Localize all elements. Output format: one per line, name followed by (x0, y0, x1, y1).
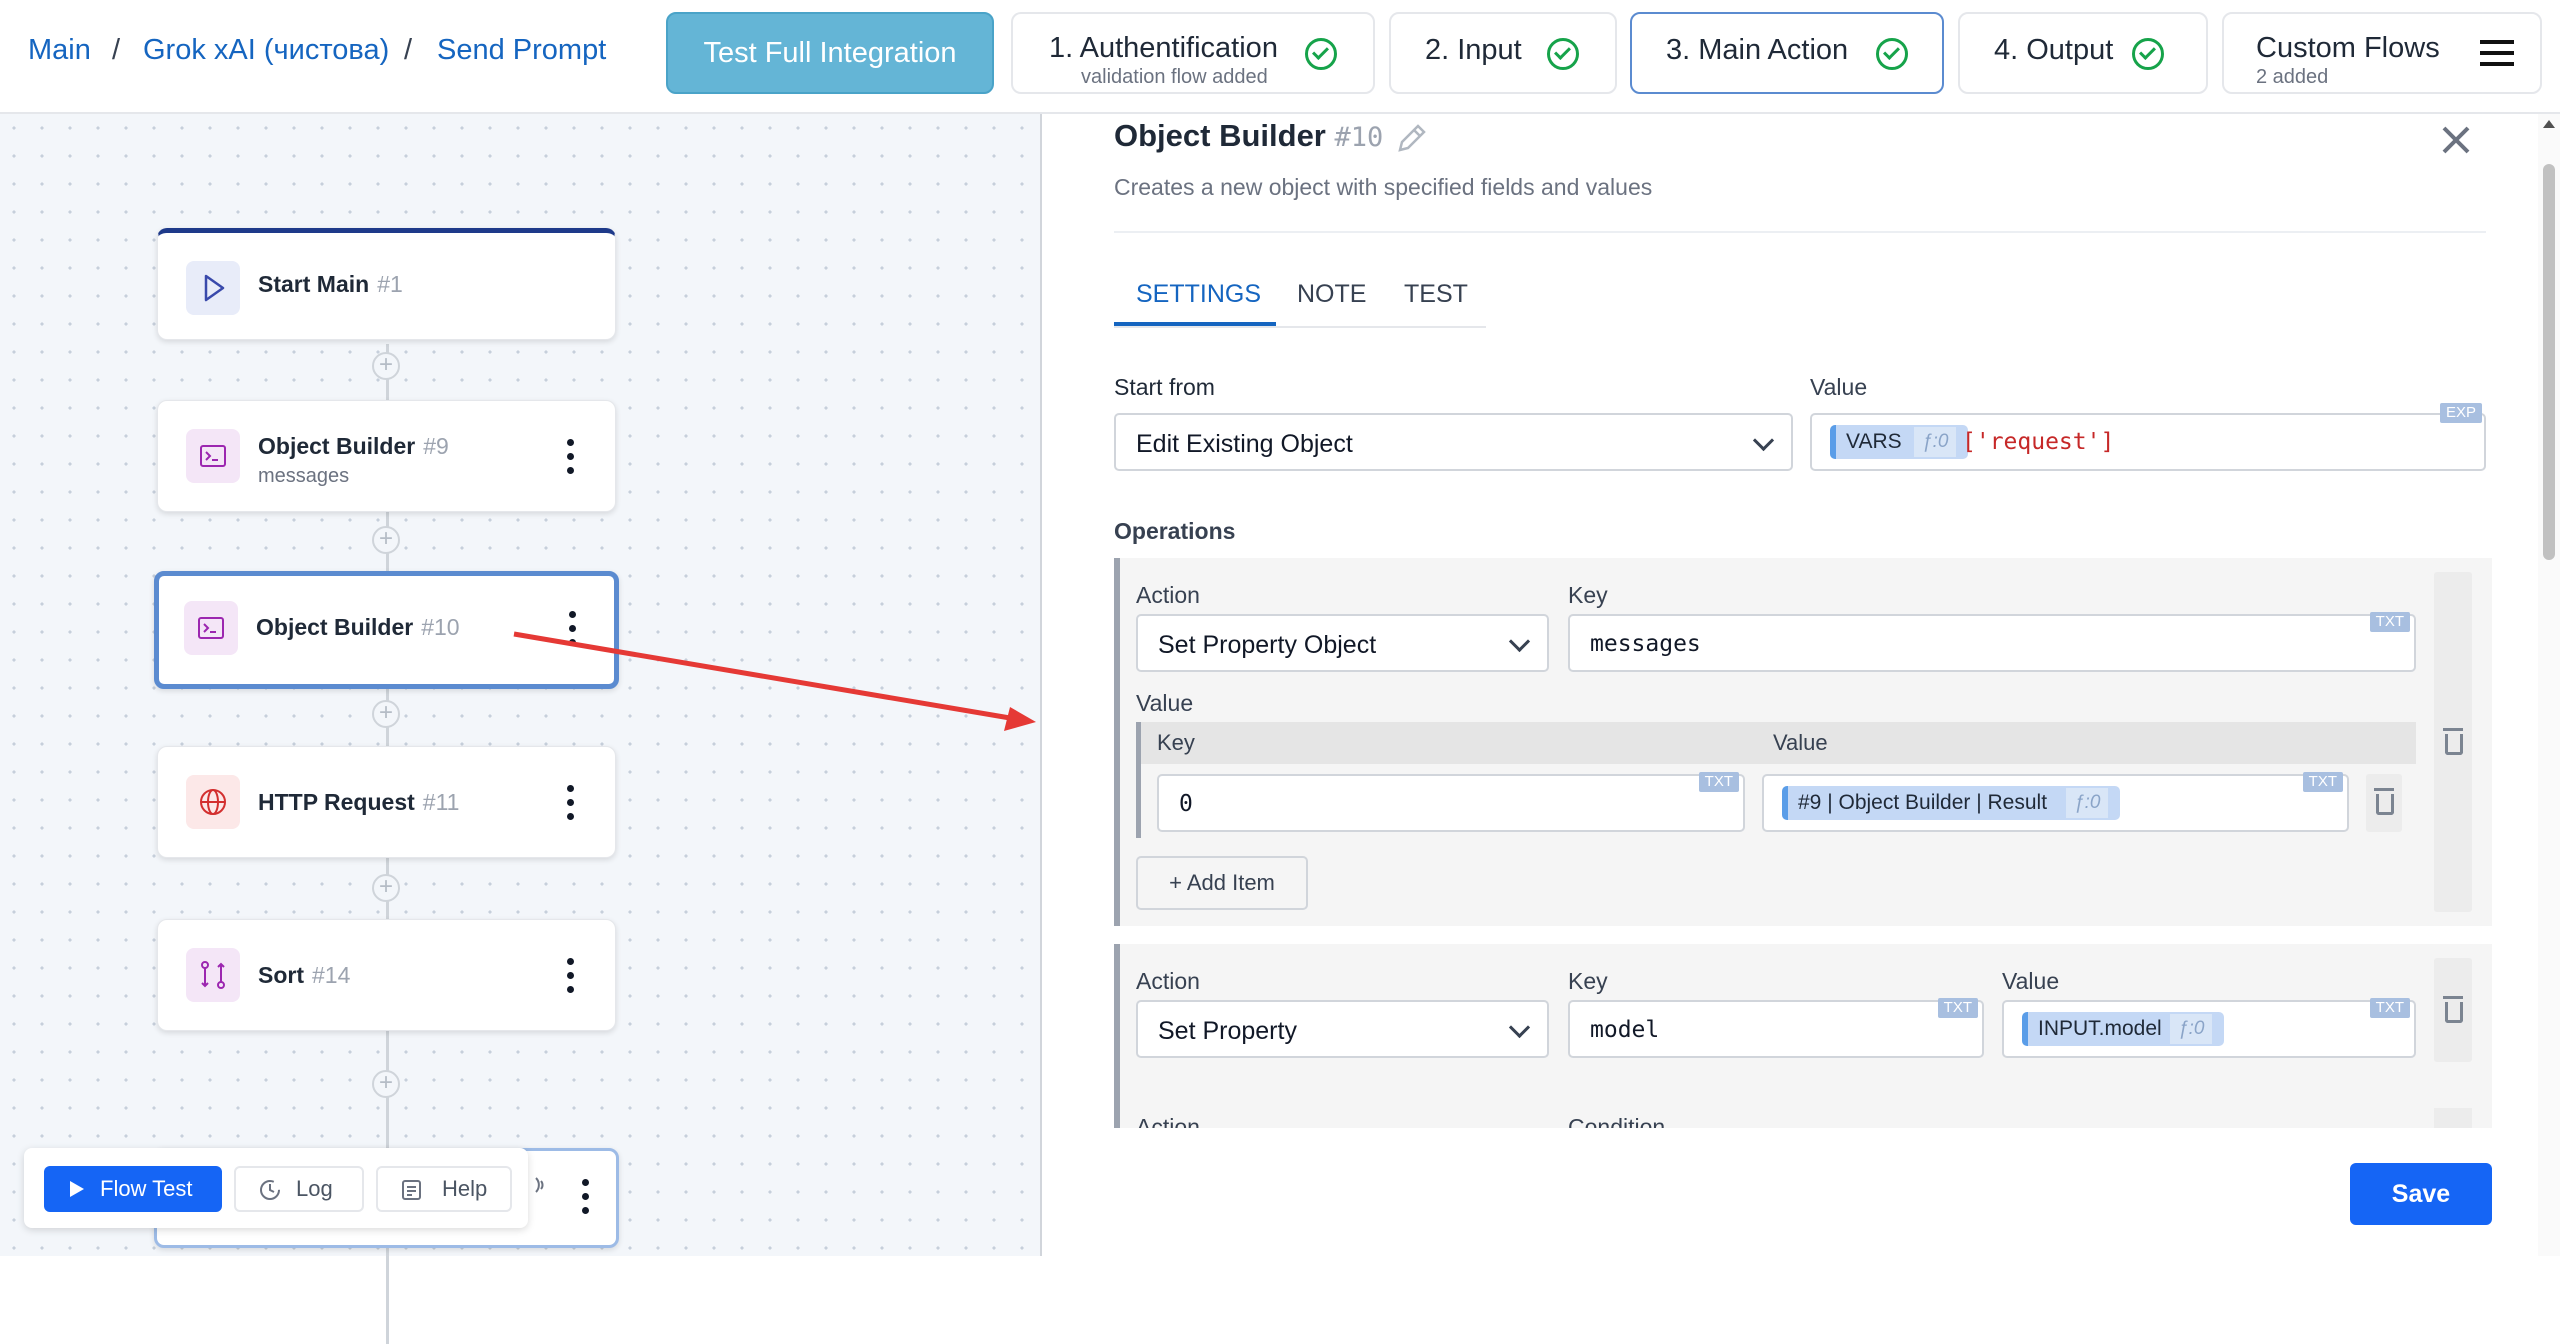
breadcrumb-project[interactable]: Grok xAI (чистова) (143, 34, 389, 67)
delete-operation-button[interactable] (2434, 958, 2472, 1062)
start-from-label: Start from (1114, 374, 1215, 400)
key-field[interactable]: TXT messages (1568, 612, 2416, 672)
help-button[interactable]: Help (376, 1166, 512, 1212)
condition-label: Condition (1568, 1114, 1666, 1128)
operation-3-clip: Action Condition (1114, 1092, 2514, 1128)
test-full-integration-button[interactable]: Test Full Integration (666, 12, 994, 94)
value-label: Value (2002, 968, 2060, 994)
step-output[interactable]: 4. Output (1958, 12, 2208, 94)
chevron-down-icon (1752, 429, 1775, 452)
trash-icon (2441, 728, 2465, 756)
tab-settings[interactable]: SETTINGS (1136, 280, 1261, 309)
annotation-arrow (513, 631, 1036, 731)
trash-col-partial (2434, 1108, 2472, 1128)
bottom-toolbar: Flow Test Log Help (24, 1148, 528, 1228)
key-field[interactable]: TXT model (1568, 998, 1984, 1058)
play-icon (70, 1181, 84, 1197)
add-node-plus-icon[interactable]: + (372, 1070, 400, 1098)
step-label: 1. Authentification (1049, 32, 1278, 64)
panel-title: Object Builder #10 (1114, 118, 1384, 153)
close-icon[interactable] (2440, 124, 2472, 156)
hamburger-menu-icon[interactable] (2480, 40, 2514, 66)
scroll-up-icon[interactable] (2541, 118, 2557, 130)
step-main-action[interactable]: 3. Main Action (1630, 12, 1944, 94)
step-label: 4. Output (1994, 34, 2114, 66)
value-label: Value (1136, 690, 1194, 716)
node-sort[interactable]: Sort #14 (157, 919, 616, 1031)
node-menu-icon[interactable] (582, 1179, 590, 1215)
tabs-underline (1114, 326, 1486, 328)
trash-icon (2441, 996, 2465, 1024)
tab-test[interactable]: TEST (1404, 280, 1468, 309)
step-authentification[interactable]: 1. Authentification validation flow adde… (1011, 12, 1375, 94)
help-doc-icon (402, 1180, 421, 1200)
inner-key-field[interactable]: TXT 0 (1157, 772, 1745, 832)
chevron-down-icon (1508, 630, 1531, 653)
value-expression-text: ['request'] (1962, 429, 2115, 455)
txt-badge: TXT (1698, 772, 1739, 792)
value-field[interactable]: TXT INPUT.model ƒ:0 (2002, 998, 2416, 1058)
flow-canvas[interactable]: + + + + + Start Main #1 Object Builder #9 … (0, 114, 1042, 1344)
start-from-select[interactable]: Edit Existing Object (1114, 413, 1793, 471)
panel-footer (1070, 1128, 2538, 1256)
step-label: 3. Main Action (1666, 34, 1849, 66)
tab-note[interactable]: NOTE (1297, 280, 1366, 309)
txt-badge: TXT (2369, 998, 2410, 1018)
pencil-icon[interactable] (1394, 122, 1428, 156)
top-header: Main / Grok xAI (чистова) / Send Prompt … (0, 0, 2560, 114)
inner-row-marker (1136, 764, 1141, 838)
chevron-down-icon (1508, 1016, 1531, 1039)
check-circle-icon (1547, 38, 1579, 70)
breadcrumb-page[interactable]: Send Prompt (437, 34, 606, 67)
delete-operation-button[interactable] (2434, 572, 2472, 912)
txt-badge: TXT (2302, 772, 2343, 792)
panel-description: Creates a new object with specified fiel… (1114, 174, 1653, 200)
divider (1114, 231, 2486, 233)
breadcrumb-main[interactable]: Main (28, 34, 91, 67)
step-label: Custom Flows (2256, 32, 2440, 64)
inner-table-header: Key Value (1136, 722, 2416, 764)
key-label: Key (1568, 582, 1608, 608)
step-custom-flows[interactable]: Custom Flows 2 added (2222, 12, 2542, 94)
action-label: Action (1136, 968, 1200, 994)
node-menu-icon[interactable] (567, 958, 575, 994)
breadcrumb-separator: / (404, 34, 413, 66)
step-label: 2. Input (1425, 34, 1522, 66)
value-expression-field[interactable]: EXP VARS ƒ:0 ['request'] (1810, 403, 2486, 471)
step-sub: 2 added (2256, 66, 2329, 88)
save-button[interactable]: Save (2350, 1163, 2492, 1225)
operations-label: Operations (1114, 518, 1236, 544)
result-chip[interactable]: #9 | Object Builder | Result ƒ:0 (1782, 786, 2120, 820)
sort-icon (186, 948, 240, 1002)
panel-scrollbar-thumb[interactable] (2543, 164, 2555, 560)
inner-value-field[interactable]: TXT #9 | Object Builder | Result ƒ:0 (1762, 772, 2349, 832)
action-label: Action (1136, 582, 1200, 608)
vars-chip[interactable]: VARS ƒ:0 (1830, 425, 1968, 459)
delete-item-button[interactable] (2366, 774, 2402, 832)
flow-test-button[interactable]: Flow Test (44, 1166, 222, 1212)
txt-badge: TXT (2369, 612, 2410, 632)
action-select[interactable]: Set Property (1136, 1000, 1549, 1058)
node-title: Sort #14 (258, 962, 351, 988)
check-circle-icon (1876, 38, 1908, 70)
breadcrumb-separator: / (112, 34, 121, 66)
signal-icon (532, 1174, 554, 1196)
add-item-button[interactable]: + Add Item (1136, 856, 1308, 910)
check-circle-icon (2132, 38, 2164, 70)
active-tab-indicator (1114, 322, 1276, 326)
value-label: Value (1810, 374, 1868, 400)
step-sub: validation flow added (1081, 66, 1268, 88)
log-button[interactable]: Log (234, 1166, 364, 1212)
step-input[interactable]: 2. Input (1389, 12, 1617, 94)
input-model-chip[interactable]: INPUT.model ƒ:0 (2022, 1012, 2224, 1046)
key-label: Key (1568, 968, 1608, 994)
check-circle-icon (1305, 38, 1337, 70)
txt-badge: TXT (1937, 998, 1978, 1018)
action-select[interactable]: Set Property Object (1136, 614, 1549, 672)
action-label: Action (1136, 1114, 1200, 1128)
trash-icon (2372, 788, 2396, 816)
exp-badge: EXP (2439, 403, 2482, 423)
history-icon (260, 1180, 280, 1200)
